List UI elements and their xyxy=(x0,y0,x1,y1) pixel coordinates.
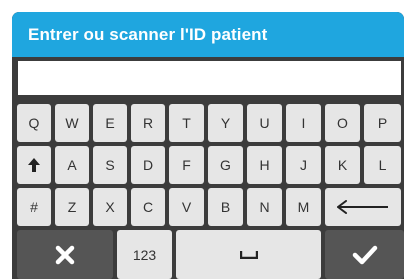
space-key[interactable] xyxy=(176,230,321,279)
patient-id-keyboard-dialog: Entrer ou scanner l'ID patient Q W E R T… xyxy=(12,12,404,279)
key-m[interactable]: M xyxy=(286,188,321,226)
key-e[interactable]: E xyxy=(93,104,127,142)
key-f[interactable]: F xyxy=(169,146,204,184)
key-s[interactable]: S xyxy=(93,146,127,184)
left-arrow-icon xyxy=(337,200,388,214)
key-y[interactable]: Y xyxy=(208,104,243,142)
confirm-button[interactable] xyxy=(325,230,404,279)
key-q[interactable]: Q xyxy=(17,104,51,142)
dialog-title: Entrer ou scanner l'ID patient xyxy=(28,25,268,44)
key-u[interactable]: U xyxy=(247,104,282,142)
key-x[interactable]: X xyxy=(93,188,127,226)
key-i[interactable]: I xyxy=(286,104,321,142)
key-n[interactable]: N xyxy=(247,188,282,226)
numeric-keyboard-button[interactable]: 123 xyxy=(117,230,172,279)
key-d[interactable]: D xyxy=(131,146,165,184)
key-t[interactable]: T xyxy=(169,104,204,142)
checkmark-icon xyxy=(352,245,377,264)
key-z[interactable]: Z xyxy=(55,188,89,226)
key-a[interactable]: A xyxy=(55,146,89,184)
key-j[interactable]: J xyxy=(286,146,321,184)
key-h[interactable]: H xyxy=(247,146,282,184)
key-w[interactable]: W xyxy=(55,104,89,142)
key-p[interactable]: P xyxy=(364,104,401,142)
shift-key[interactable] xyxy=(17,146,51,184)
up-arrow-icon xyxy=(28,158,40,172)
key-v[interactable]: V xyxy=(169,188,204,226)
key-o[interactable]: O xyxy=(325,104,360,142)
patient-id-input[interactable] xyxy=(18,61,401,95)
key-c[interactable]: C xyxy=(131,188,165,226)
cancel-button[interactable] xyxy=(17,230,113,279)
key-r[interactable]: R xyxy=(131,104,165,142)
backspace-key[interactable] xyxy=(325,188,401,226)
key-l[interactable]: L xyxy=(364,146,401,184)
symbol-key[interactable]: # xyxy=(17,188,51,226)
key-g[interactable]: G xyxy=(208,146,243,184)
space-bar-icon xyxy=(239,251,258,259)
key-b[interactable]: B xyxy=(208,188,243,226)
key-k[interactable]: K xyxy=(325,146,360,184)
input-area xyxy=(12,57,404,104)
dialog-header: Entrer ou scanner l'ID patient xyxy=(12,12,404,57)
close-icon xyxy=(55,245,75,264)
